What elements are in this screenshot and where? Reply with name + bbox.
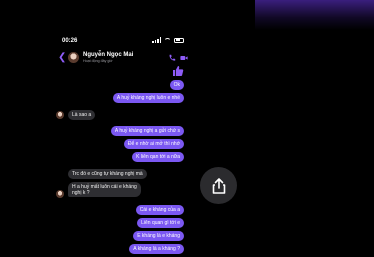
message-bubble[interactable]: Cái e kháng của a [135,205,184,215]
avatar [56,190,64,198]
message-bubble[interactable]: Ok [169,80,184,90]
message-bubble[interactable]: K liên qan tới a nữa [132,152,184,162]
message-bubble[interactable]: A kháng là a kháng ? [129,244,184,254]
share-button[interactable] [200,167,237,204]
message-bubble[interactable]: A huỷ kháng nghị luôn e nhé [112,93,184,103]
message-list: Ok A huỷ kháng nghị luôn e nhé Là sao a … [54,32,190,257]
message-bubble[interactable]: Liên quan gì tới e [137,218,184,228]
message-line: nghị k ? [72,190,90,196]
message-bubble[interactable]: Là sao a [68,110,96,120]
message-bubble[interactable]: H a huỷ mất luôn cái e kháng nghị k ? [68,182,141,197]
background-glow [255,0,374,30]
message-bubble[interactable]: Để e nhờ ai mở thì nhớ [123,139,184,149]
message-bubble[interactable]: A huỷ kháng nghị a gửi chứ s [110,126,184,136]
share-icon [212,177,225,194]
message-bubble[interactable]: E kháng là e kháng [133,231,184,241]
avatar [56,111,64,119]
messenger-conversation: 00:26 ❮ Nguyễn Ngọc Mai Hoạt động đây gi… [54,32,190,257]
message-bubble[interactable]: Trc đó e cũng tự kháng nghị mà [68,169,147,179]
